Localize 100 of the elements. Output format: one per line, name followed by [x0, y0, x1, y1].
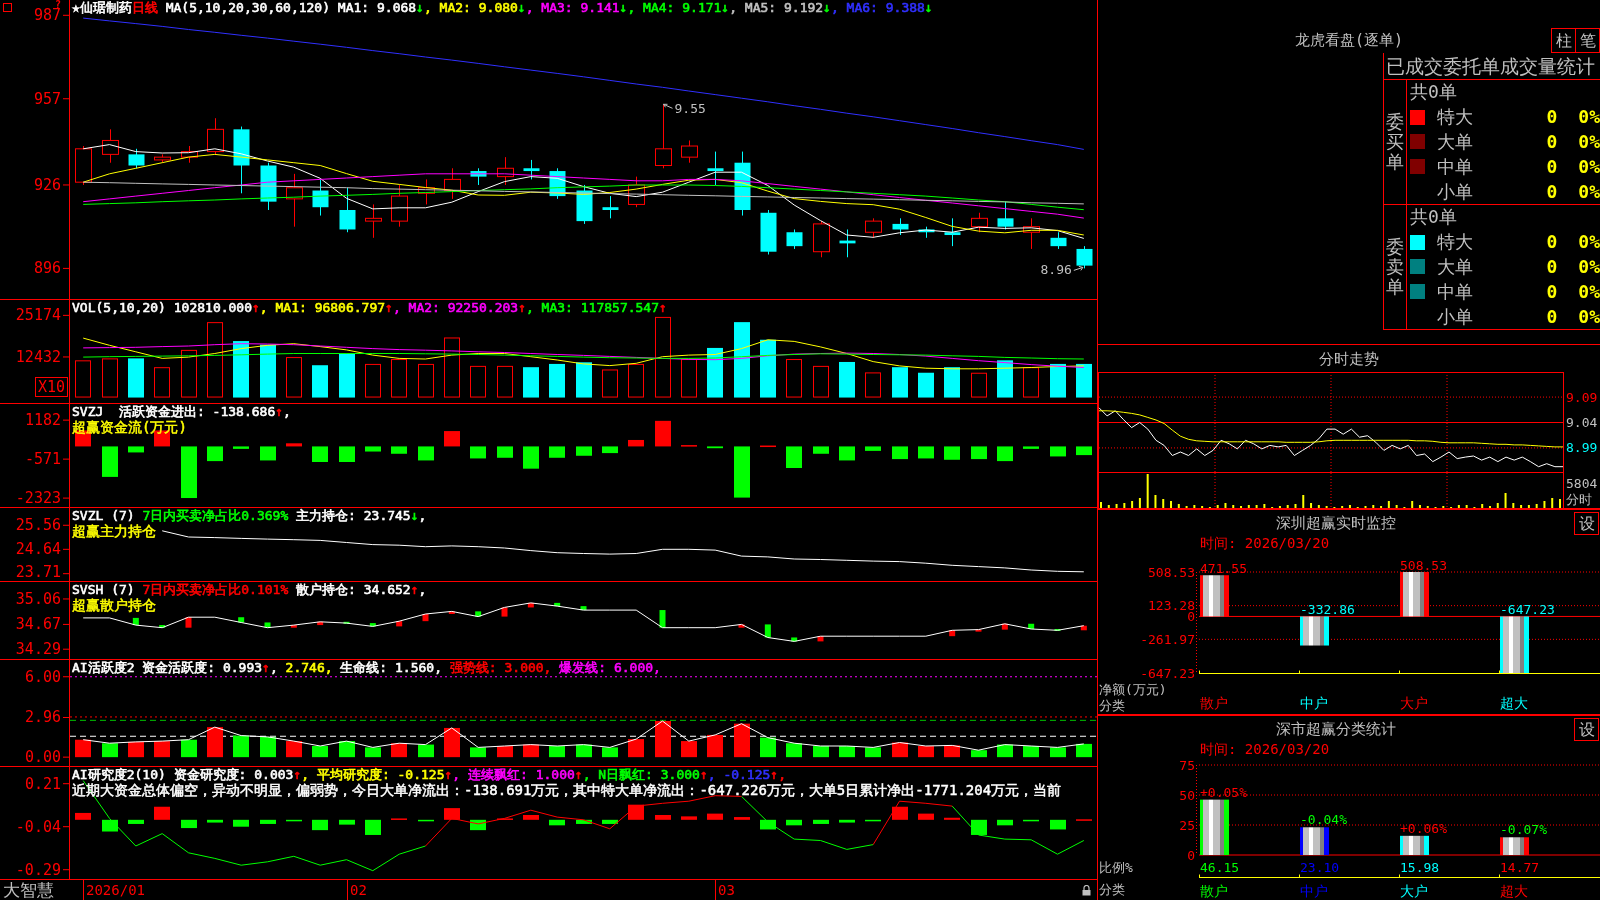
legend-text: , MA6: 9.388: [830, 0, 925, 15]
axis-label: -2323: [15, 489, 61, 507]
caption-text: 近期大资金总体偏空，异动不明显，偏弱势，今日大单净流出：-138.691万元，其中特大单净流出：-647.226万元，大单5日累计净出-1771.204万元，当前: [72, 782, 1062, 799]
count-text: 0: [1546, 156, 1558, 177]
legend-text: ↑: [385, 300, 393, 315]
value-label: 14.77: [1500, 860, 1540, 875]
count-text: 0: [1546, 257, 1558, 277]
axis-label: 2.96: [24, 708, 61, 727]
legend-text: , 连续飘红: 1.000: [452, 767, 575, 782]
axis-label: 25.56: [15, 516, 61, 535]
legend-text: VOL(5,10,20) 102810.000: [72, 300, 252, 315]
legend-text: ↑: [262, 660, 270, 675]
count-text: 0: [1546, 132, 1558, 152]
count-text: 0: [1546, 281, 1558, 302]
time-text: 时间: 2026/03/20: [1200, 536, 1330, 550]
price-label: 9.55: [674, 101, 706, 117]
axis-label: 896: [33, 259, 61, 278]
value-label: 46.15: [1200, 860, 1240, 875]
row-label: 特大: [1437, 232, 1473, 253]
axis-label: 75: [1179, 757, 1195, 773]
percent-text: 0%: [1578, 156, 1600, 177]
axis-label: 0.21: [24, 774, 61, 793]
legend-text: ,: [418, 508, 427, 523]
axis-label: 926: [33, 175, 61, 194]
unit-label: X10: [34, 377, 68, 397]
legend-text: AI研究度2(10) 资金研究度: 0.003: [72, 767, 294, 782]
legend-text: , -0.125: [707, 767, 771, 782]
axis-title: 分类: [1099, 882, 1125, 897]
legend-text: , MA3: 9.141: [525, 0, 620, 15]
category-label: 中户: [1300, 883, 1328, 899]
axis-label: 50: [1179, 787, 1195, 803]
row-label: 大单: [1437, 257, 1473, 277]
legend-text: ↓: [410, 508, 419, 523]
value-label: 471.55: [1200, 561, 1247, 577]
row-label: 中单: [1437, 156, 1473, 177]
legend-text: ↑: [410, 582, 419, 597]
legend-text: ↓: [721, 0, 730, 15]
legend-text: ↓: [924, 0, 933, 15]
legend-text: ↑: [293, 767, 302, 782]
axis-label: 9.09: [1566, 389, 1598, 405]
legend-text: ↑: [659, 300, 667, 315]
legend-text: ↓: [517, 0, 526, 15]
axis-label: -261.97: [1140, 631, 1195, 647]
category-label: 大户: [1400, 883, 1428, 899]
value-label: -647.23: [1500, 602, 1555, 618]
legend-text: ↓: [823, 0, 831, 15]
axis-label: 957: [33, 89, 61, 108]
axis-label: 34.67: [15, 615, 61, 634]
change-label: -0.04%: [1300, 812, 1347, 828]
percent-text: 0%: [1578, 257, 1600, 277]
axis-label: 508.53: [1148, 564, 1195, 580]
legend-text: ↓: [416, 0, 424, 15]
legend-text: ↑: [275, 404, 284, 419]
total-text: 共0单: [1409, 207, 1457, 228]
axis-label: 12432: [15, 347, 61, 366]
percent-text: 0%: [1578, 306, 1600, 327]
axis-label: 23.71: [15, 563, 61, 581]
legend-text: 主力持仓: 23.745: [295, 508, 411, 523]
axis-label: -647.23: [1140, 665, 1195, 681]
legend-text: , MA2: 9.080: [423, 0, 518, 15]
category-label: 大户: [1400, 695, 1428, 711]
axis-title: 净额(万元): [1099, 682, 1167, 697]
side-label: 委买单: [1386, 112, 1404, 172]
legend-text: ↓: [619, 0, 628, 15]
axis-label: 25: [1179, 817, 1195, 833]
count-text: 0: [1546, 232, 1558, 253]
legend-text: , MA4: 9.171: [627, 0, 722, 15]
scale-label: 5804: [1566, 475, 1598, 491]
legend-text: ,: [269, 660, 278, 675]
date-label: 2026/01: [83, 880, 145, 900]
legend-text: 日线: [131, 0, 158, 15]
axis-label: 0.00: [24, 748, 61, 766]
legend-text: 爆发线: 6.000,: [558, 660, 661, 675]
legend-text: , 平均研究度: -0.125: [301, 767, 445, 782]
legend-text: ↑: [252, 300, 260, 315]
axis-label: 35.06: [15, 589, 61, 608]
side-label: 委卖单: [1386, 237, 1404, 297]
category-label: 散户: [1200, 695, 1228, 711]
legend-text: SVZJ 活跃资金进出: -138.686: [72, 404, 276, 419]
axis-label: -0.04: [15, 817, 61, 836]
caption-text: 超赢散户持仓: [72, 597, 156, 614]
percent-text: 0%: [1578, 107, 1600, 128]
price-label: 8.96: [1040, 262, 1072, 278]
change-label: +0.05%: [1200, 784, 1247, 800]
row-label: 中单: [1437, 281, 1473, 302]
legend-text: SVZL (7): [72, 508, 136, 523]
axis-label: 6.00: [24, 667, 61, 686]
legend-text: AI活跃度2 资金活跃度: 0.993: [72, 660, 263, 675]
category-label: 超大: [1500, 883, 1528, 899]
value-label: 508.53: [1400, 558, 1447, 573]
legend-text: 生命线: 1.560,: [339, 660, 442, 675]
legend-text: , MA1: 96806.797: [259, 300, 386, 315]
total-text: 共0单: [1409, 82, 1457, 103]
change-label: +0.06%: [1400, 820, 1447, 836]
axis-label: -571: [24, 450, 61, 469]
legend-text: , MA5: 9.192: [729, 0, 824, 15]
time-text: 时间: 2026/03/20: [1200, 742, 1330, 756]
category-label: 中户: [1300, 695, 1328, 711]
unit-label: 分时: [1566, 492, 1592, 507]
axis-label: 24.64: [15, 540, 61, 559]
